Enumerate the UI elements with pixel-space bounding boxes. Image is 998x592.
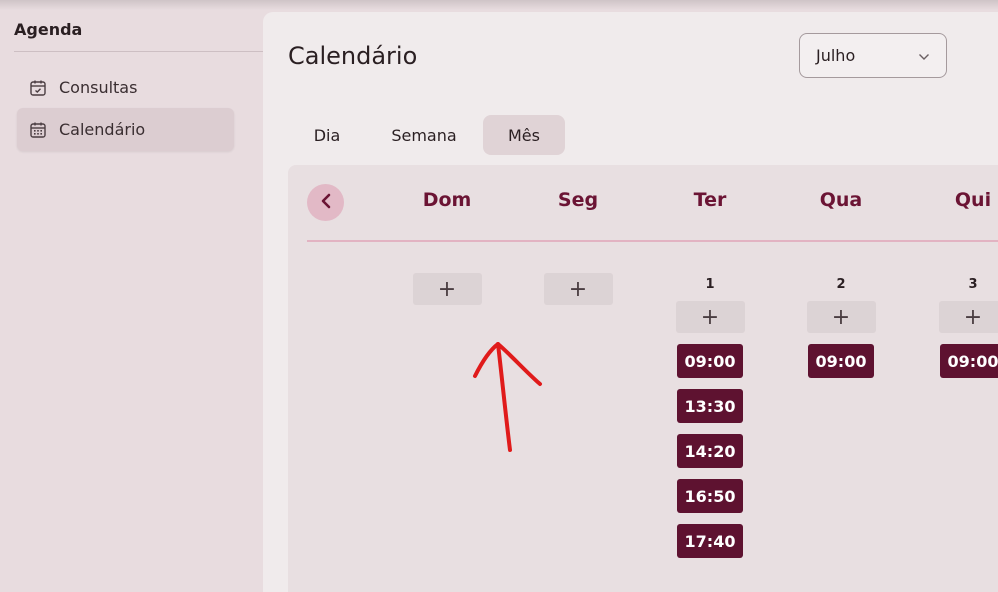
time-slot[interactable]: 14:20 [677,434,743,468]
add-appointment-button[interactable]: + [544,273,613,305]
day-number: 1 [705,273,714,301]
calendar-grid-icon [29,121,47,139]
day-column-seg: + [538,273,618,305]
add-appointment-button[interactable]: + [807,301,876,333]
chevron-left-icon [320,193,332,213]
month-select[interactable]: Julho [799,33,947,78]
sidebar: Agenda Consultas [0,0,263,582]
day-column-dom: + [407,273,487,305]
sidebar-item-label: Consultas [59,78,137,97]
app-title: Agenda [14,20,82,39]
time-slot[interactable]: 09:00 [808,344,874,378]
time-slot[interactable]: 17:40 [677,524,743,558]
time-slot[interactable]: 09:00 [940,344,998,378]
calendar-grid: Dom Seg Ter Qua Qui + + 1 + 09:00 13:30 … [288,165,998,592]
day-number: 3 [968,273,977,301]
tab-dia[interactable]: Dia [301,115,353,155]
day-column-qua: 2 + 09:00 [801,273,881,378]
sidebar-item-label: Calendário [59,120,145,139]
day-header-dom: Dom [397,189,497,211]
day-column-qui: 3 + 09:00 [933,273,998,378]
add-appointment-button[interactable]: + [939,301,998,333]
time-slot[interactable]: 16:50 [677,479,743,513]
time-slot[interactable]: 09:00 [677,344,743,378]
tab-semana[interactable]: Semana [378,115,470,155]
day-header-seg: Seg [528,189,628,211]
chevron-down-icon [918,46,930,65]
sidebar-item-consultas[interactable]: Consultas [17,66,234,109]
day-column-ter: 1 + 09:00 13:30 14:20 16:50 17:40 [670,273,750,558]
day-header-ter: Ter [660,189,760,211]
month-select-value: Julho [816,46,855,65]
page-title: Calendário [288,42,417,70]
header-divider [307,240,998,242]
add-appointment-button[interactable]: + [676,301,745,333]
calendar-check-icon [29,79,47,97]
annotation-arrow-icon [470,338,550,458]
add-appointment-button[interactable]: + [413,273,482,305]
main-panel: Calendário Julho Dia Semana Mês Dom Seg … [263,12,998,592]
day-number: 2 [836,273,845,301]
previous-month-button[interactable] [307,184,344,221]
sidebar-divider [14,51,263,52]
sidebar-item-calendario[interactable]: Calendário [17,108,234,151]
tab-mes[interactable]: Mês [483,115,565,155]
day-header-qui: Qui [923,189,998,211]
time-slot[interactable]: 13:30 [677,389,743,423]
day-header-qua: Qua [791,189,891,211]
